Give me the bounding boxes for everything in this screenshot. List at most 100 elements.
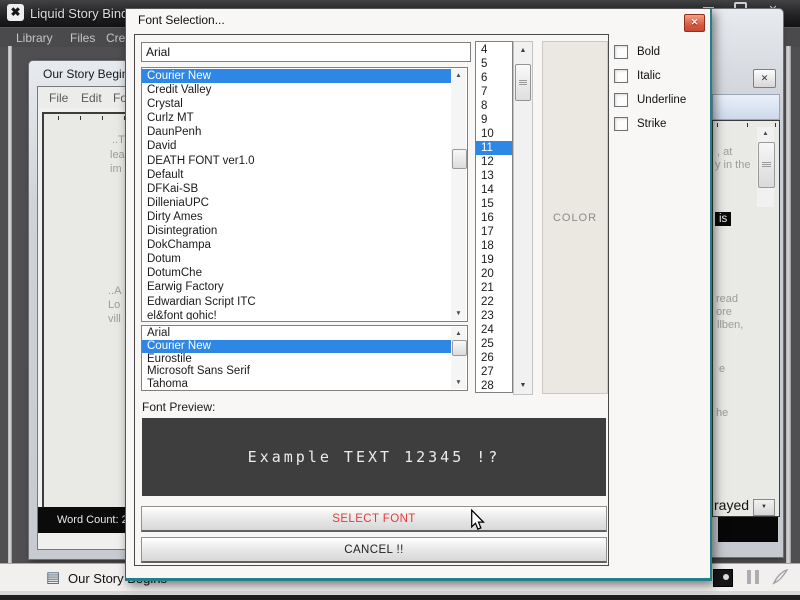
font-size-item[interactable]: 27 [476, 365, 512, 379]
font-size-item[interactable]: 26 [476, 351, 512, 365]
right-status-bar [718, 517, 778, 542]
font-size-item[interactable]: 21 [476, 281, 512, 295]
left-menu-file[interactable]: File [49, 91, 68, 105]
favorite-font-item[interactable]: Microsoft Sans Serif [142, 365, 451, 378]
text-fragment: read [716, 293, 738, 305]
font-list-item[interactable]: David [142, 139, 451, 153]
font-size-item[interactable]: 8 [476, 99, 512, 113]
font-list-item[interactable]: Edwardian Script ITC [142, 295, 451, 309]
font-size-item[interactable]: 23 [476, 309, 512, 323]
font-size-item[interactable]: 5 [476, 57, 512, 71]
strike-label[interactable]: Strike [637, 118, 666, 130]
right-window-close-button[interactable]: ✕ [753, 69, 776, 88]
font-name-input[interactable] [141, 42, 471, 62]
font-size-item[interactable]: 24 [476, 323, 512, 337]
left-window-textarea[interactable]: ..T lea im ..A Lo vill [42, 112, 135, 514]
font-list-item[interactable]: DEATH FONT ver1.0 [142, 154, 451, 168]
font-list-item[interactable]: Dotum [142, 252, 451, 266]
dropdown-arrow-icon: ▼ [761, 504, 767, 510]
font-size-item[interactable]: 15 [476, 197, 512, 211]
menu-files[interactable]: Files [70, 31, 95, 45]
font-list-item[interactable]: DilleniaUPC [142, 196, 451, 210]
pause-icon[interactable] [747, 570, 762, 584]
italic-checkbox[interactable] [614, 69, 628, 83]
font-list-item[interactable]: Dirty Ames [142, 210, 451, 224]
font-size-item[interactable]: 7 [476, 85, 512, 99]
scroll-up-icon[interactable]: ▲ [757, 127, 774, 140]
media-thumbnail-icon[interactable] [713, 569, 733, 587]
scrollbar-thumb[interactable] [515, 64, 531, 101]
font-size-item[interactable]: 10 [476, 127, 512, 141]
bold-label[interactable]: Bold [637, 46, 660, 58]
left-window-inner: File Edit Fo ..T lea im ..A Lo vill Word… [37, 86, 134, 550]
scrollbar-thumb[interactable] [758, 142, 775, 188]
scrollbar-thumb[interactable] [452, 340, 467, 356]
font-list-item[interactable]: Earwig Factory [142, 280, 451, 294]
underline-label[interactable]: Underline [637, 94, 686, 106]
right-window-textarea[interactable]: ▲ , at y in the is read ore llben, e he … [712, 120, 780, 517]
font-size-item[interactable]: 13 [476, 169, 512, 183]
ruler-tick [747, 123, 748, 127]
scroll-up-icon[interactable]: ▲ [514, 43, 532, 58]
color-button[interactable]: COLOR [542, 41, 608, 394]
underline-checkbox[interactable] [614, 93, 628, 107]
font-list-item[interactable]: DFKai-SB [142, 182, 451, 196]
scroll-down-icon[interactable]: ▼ [451, 307, 466, 320]
font-size-item[interactable]: 25 [476, 337, 512, 351]
favorite-font-list[interactable]: ArialCourier NewEurostileMicrosoft Sans … [141, 325, 468, 391]
quill-icon[interactable] [770, 567, 790, 592]
font-list-item[interactable]: DaunPenh [142, 125, 451, 139]
scroll-down-icon[interactable]: ▼ [451, 376, 466, 389]
font-size-item[interactable]: 12 [476, 155, 512, 169]
font-size-item[interactable]: 9 [476, 113, 512, 127]
font-list-item[interactable]: DokChampa [142, 238, 451, 252]
underline-checkbox-row: Underline [614, 93, 686, 107]
italic-label[interactable]: Italic [637, 70, 661, 82]
font-size-item[interactable]: 20 [476, 267, 512, 281]
font-list-item[interactable]: el&font gohic! [142, 309, 451, 320]
font-size-item[interactable]: 28 [476, 379, 512, 391]
font-size-item[interactable]: 6 [476, 71, 512, 85]
dialog-close-button[interactable]: ✕ [684, 14, 705, 32]
strike-checkbox[interactable] [614, 117, 628, 131]
favorite-font-item[interactable]: Tahoma [142, 378, 451, 389]
dropdown-button[interactable]: ▼ [753, 499, 775, 516]
select-font-button[interactable]: SELECT FONT [141, 506, 607, 532]
font-list-item[interactable]: Disintegration [142, 224, 451, 238]
favorite-list-scrollbar[interactable]: ▲ ▼ [451, 327, 466, 389]
scrollbar-thumb[interactable] [452, 149, 467, 169]
ruler-tick [80, 116, 81, 120]
menu-library[interactable]: Library [16, 31, 53, 45]
font-list-item[interactable]: Courier New [142, 69, 451, 83]
font-size-item[interactable]: 17 [476, 225, 512, 239]
scroll-up-icon[interactable]: ▲ [451, 69, 466, 82]
right-window-scrollbar[interactable]: ▲ [757, 127, 774, 207]
favorite-font-item[interactable]: Arial [142, 327, 451, 340]
thumb-grips-icon [519, 80, 527, 86]
cancel-button[interactable]: CANCEL !! [141, 537, 607, 563]
font-size-item[interactable]: 14 [476, 183, 512, 197]
font-list-item[interactable]: Curlz MT [142, 111, 451, 125]
text-fragment: , at [717, 146, 732, 158]
font-size-item[interactable]: 4 [476, 43, 512, 57]
scroll-down-icon[interactable]: ▼ [514, 378, 532, 393]
favorite-font-item[interactable]: Eurostile [142, 353, 451, 366]
font-size-list[interactable]: 4567891011121314151617181920212223242526… [475, 41, 513, 393]
font-size-item[interactable]: 11 [476, 141, 512, 155]
font-size-item[interactable]: 19 [476, 253, 512, 267]
font-list-item[interactable]: Default [142, 168, 451, 182]
favorite-font-item[interactable]: Courier New [142, 340, 451, 353]
left-menu-edit[interactable]: Edit [81, 91, 102, 105]
font-size-item[interactable]: 22 [476, 295, 512, 309]
font-size-item[interactable]: 18 [476, 239, 512, 253]
font-list-item[interactable]: Crystal [142, 97, 451, 111]
font-list-item[interactable]: Credit Valley [142, 83, 451, 97]
font-list[interactable]: Courier NewCredit ValleyCrystalCurlz MTD… [141, 67, 468, 322]
bold-checkbox[interactable] [614, 45, 628, 59]
scroll-up-icon[interactable]: ▲ [451, 327, 466, 340]
italic-checkbox-row: Italic [614, 69, 661, 83]
font-list-item[interactable]: DotumChe [142, 266, 451, 280]
font-size-item[interactable]: 16 [476, 211, 512, 225]
font-list-scrollbar[interactable]: ▲ ▼ [451, 69, 466, 320]
size-list-scrollbar[interactable]: ▲ ▼ [513, 41, 533, 395]
